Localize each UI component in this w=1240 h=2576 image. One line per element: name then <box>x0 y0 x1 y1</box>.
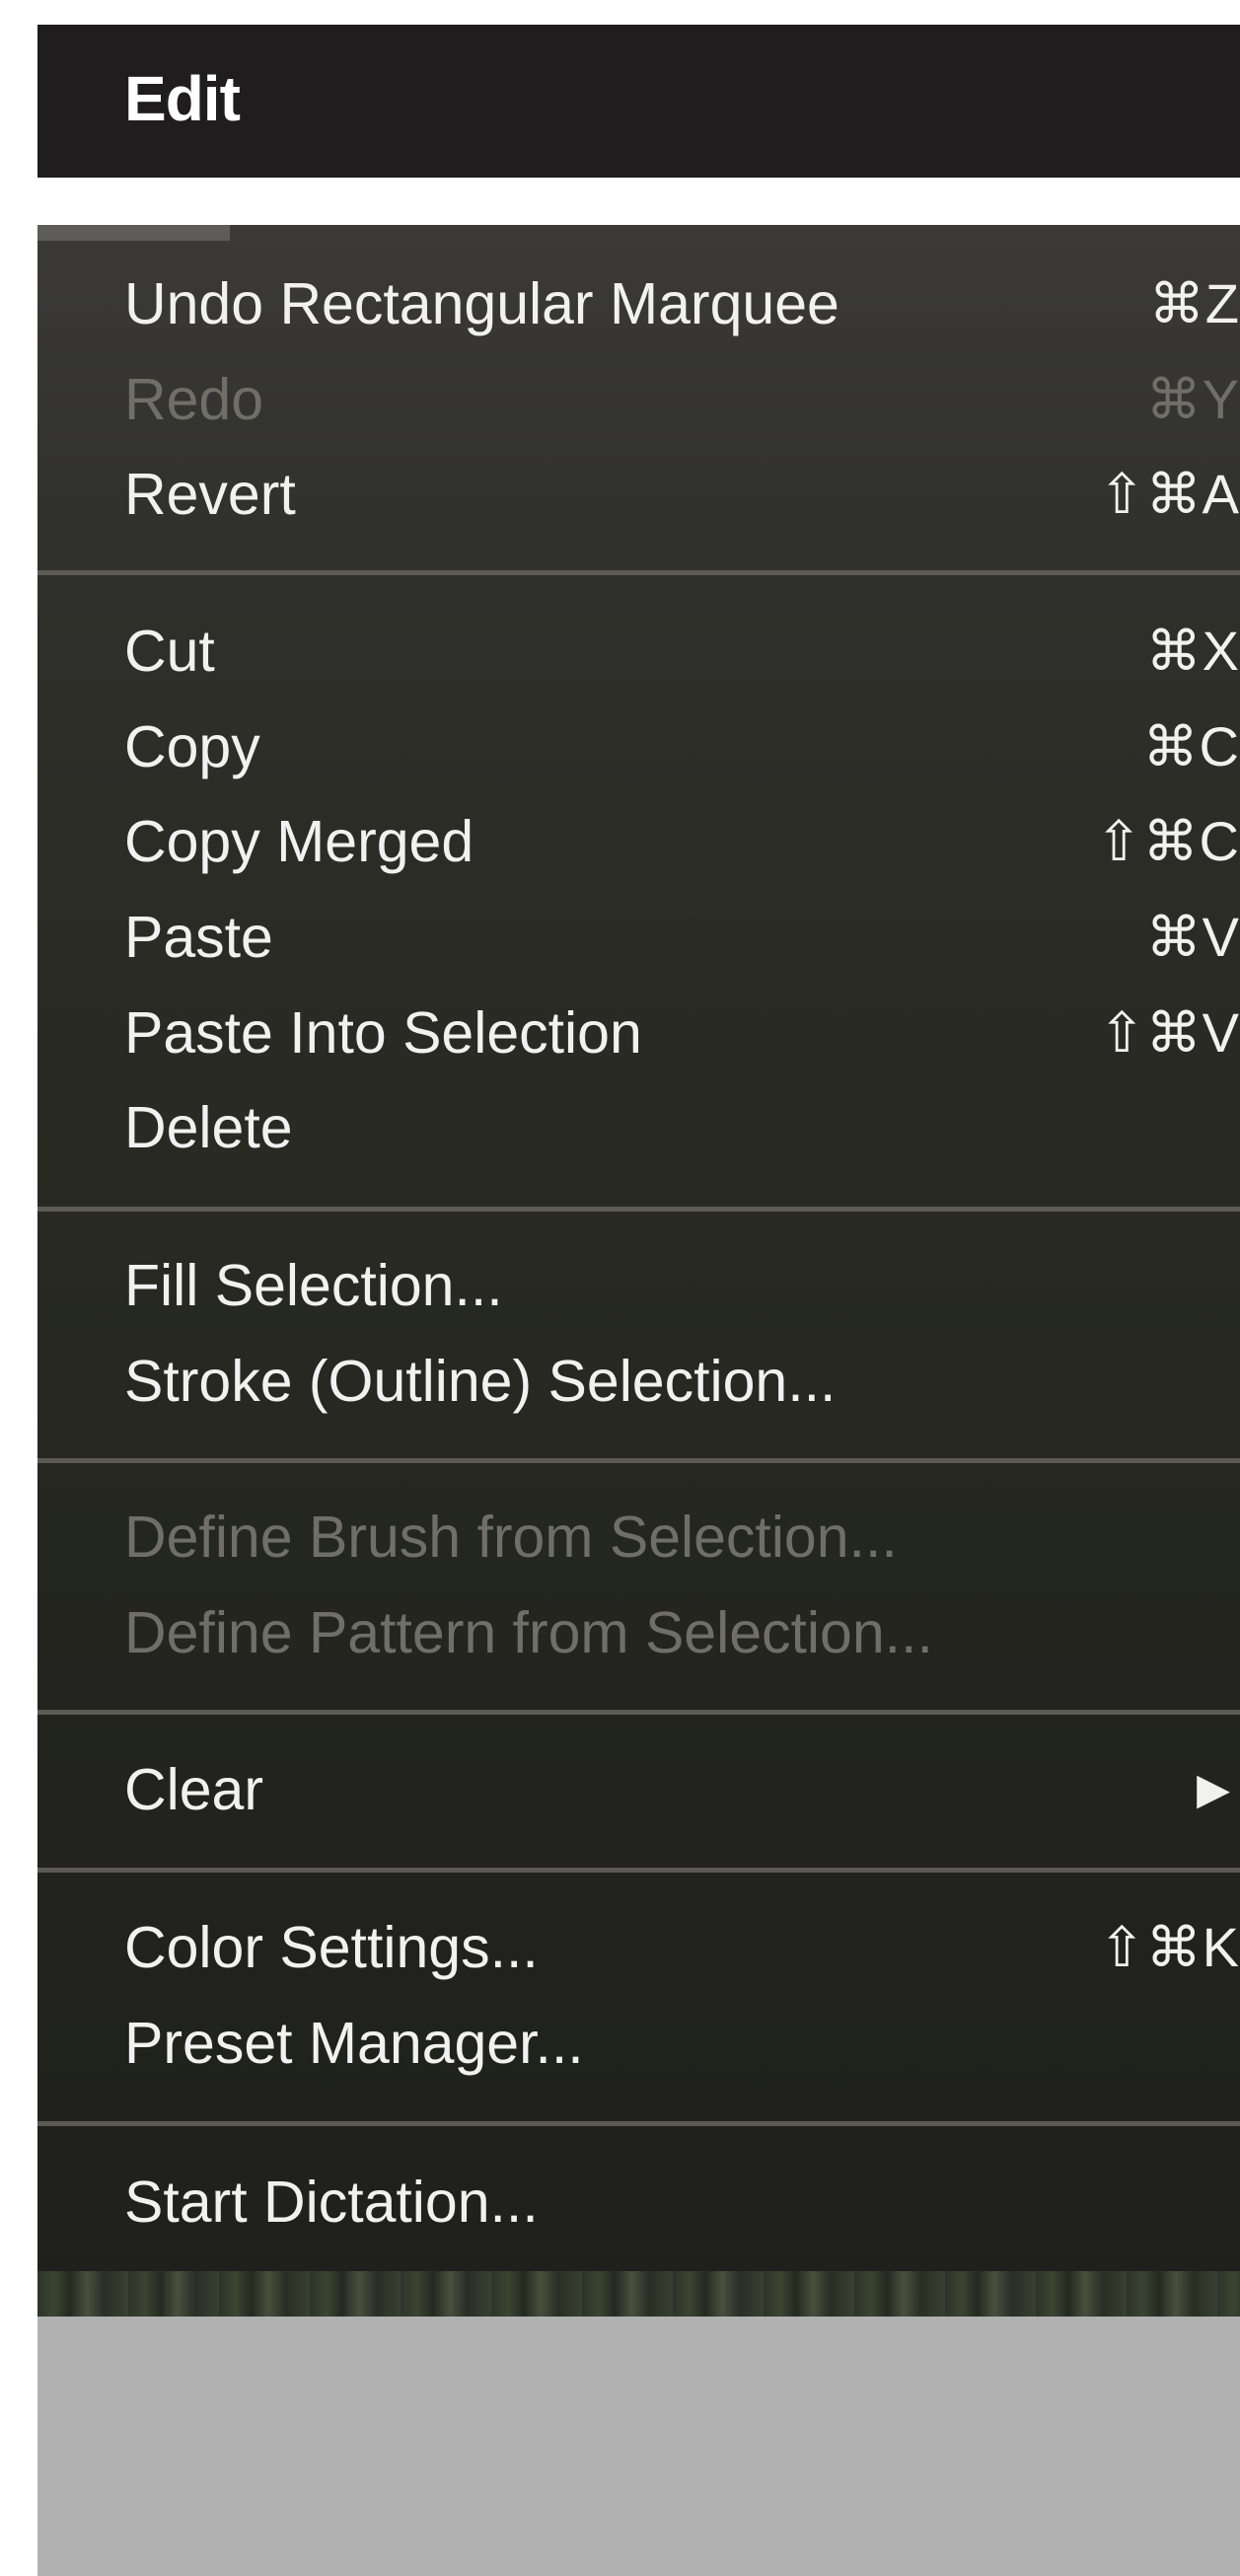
menu-item-define-brush-from-selection: Define Brush from Selection... <box>124 1495 1240 1580</box>
shortcut-cut: ⌘X <box>1145 620 1240 682</box>
menu-top-highlight <box>37 225 230 241</box>
menu-item-label: Fill Selection... <box>124 1253 503 1318</box>
menu-separator <box>37 570 1240 575</box>
menu-item-redo: Redo ⌘Y <box>124 357 1240 442</box>
shortcut-redo: ⌘Y <box>1145 368 1240 430</box>
menu-item-label: Paste <box>124 905 273 970</box>
menu-separator <box>37 1207 1240 1212</box>
menu-separator <box>37 1868 1240 1873</box>
menu-item-label: Color Settings... <box>124 1915 539 1980</box>
menu-item-label: Clear <box>124 1757 263 1822</box>
shortcut-paste: ⌘V <box>1145 906 1240 968</box>
menu-separator <box>37 1710 1240 1715</box>
shortcut-color-settings: ⇧⌘K <box>1098 1916 1240 1978</box>
shortcut-revert: ⇧⌘A <box>1098 463 1240 525</box>
menu-item-label: Revert <box>124 462 296 527</box>
menu-item-cut[interactable]: Cut ⌘X <box>124 609 1240 694</box>
menu-item-label: Define Pattern from Selection... <box>124 1600 933 1665</box>
menu-item-stroke-outline-selection[interactable]: Stroke (Outline) Selection... <box>124 1339 1240 1424</box>
shortcut-paste-into-selection: ⇧⌘V <box>1098 1001 1240 1064</box>
shortcut-copy: ⌘C <box>1142 715 1240 777</box>
background-texture-strip <box>37 2271 1240 2317</box>
shortcut-undo: ⌘Z <box>1148 272 1240 334</box>
menu-item-label: Redo <box>124 367 264 432</box>
menu-item-delete[interactable]: Delete <box>124 1085 1240 1170</box>
menu-item-paste[interactable]: Paste ⌘V <box>124 895 1240 980</box>
menu-item-label: Cut <box>124 619 215 684</box>
edit-menu-title[interactable]: Edit <box>124 60 241 137</box>
menu-item-label: Start Dictation... <box>124 2170 539 2235</box>
menu-item-start-dictation[interactable]: Start Dictation... <box>124 2160 1240 2245</box>
menu-item-clear[interactable]: Clear ▶ <box>124 1747 1240 1832</box>
menu-item-label: Define Brush from Selection... <box>124 1505 898 1570</box>
menu-item-copy[interactable]: Copy ⌘C <box>124 704 1240 789</box>
menu-item-undo-rectangular-marquee[interactable]: Undo Rectangular Marquee ⌘Z <box>124 261 1240 346</box>
menu-item-label: Undo Rectangular Marquee <box>124 271 839 336</box>
shortcut-copy-merged: ⇧⌘C <box>1095 810 1240 872</box>
menu-bar: Edit <box>37 25 1240 178</box>
menu-item-label: Preset Manager... <box>124 2011 584 2076</box>
menu-separator <box>37 1458 1240 1463</box>
menu-item-fill-selection[interactable]: Fill Selection... <box>124 1243 1240 1328</box>
menu-item-preset-manager[interactable]: Preset Manager... <box>124 2001 1240 2086</box>
edit-dropdown-menu: Undo Rectangular Marquee ⌘Z Redo ⌘Y Reve… <box>37 225 1240 2317</box>
menu-separator <box>37 2121 1240 2126</box>
menu-item-revert[interactable]: Revert ⇧⌘A <box>124 452 1240 537</box>
menu-item-define-pattern-from-selection: Define Pattern from Selection... <box>124 1590 1240 1675</box>
menu-item-label: Copy Merged <box>124 809 474 874</box>
menu-item-label: Delete <box>124 1095 293 1160</box>
bottom-gray-panel <box>37 2317 1240 2576</box>
menu-item-label: Stroke (Outline) Selection... <box>124 1349 837 1414</box>
menu-item-copy-merged[interactable]: Copy Merged ⇧⌘C <box>124 799 1240 884</box>
menu-item-label: Copy <box>124 714 260 779</box>
menu-item-label: Paste Into Selection <box>124 1000 642 1066</box>
play-arrow-icon: ▶ <box>1197 1765 1230 1813</box>
menu-item-paste-into-selection[interactable]: Paste Into Selection ⇧⌘V <box>124 991 1240 1075</box>
menu-item-color-settings[interactable]: Color Settings... ⇧⌘K <box>124 1905 1240 1990</box>
